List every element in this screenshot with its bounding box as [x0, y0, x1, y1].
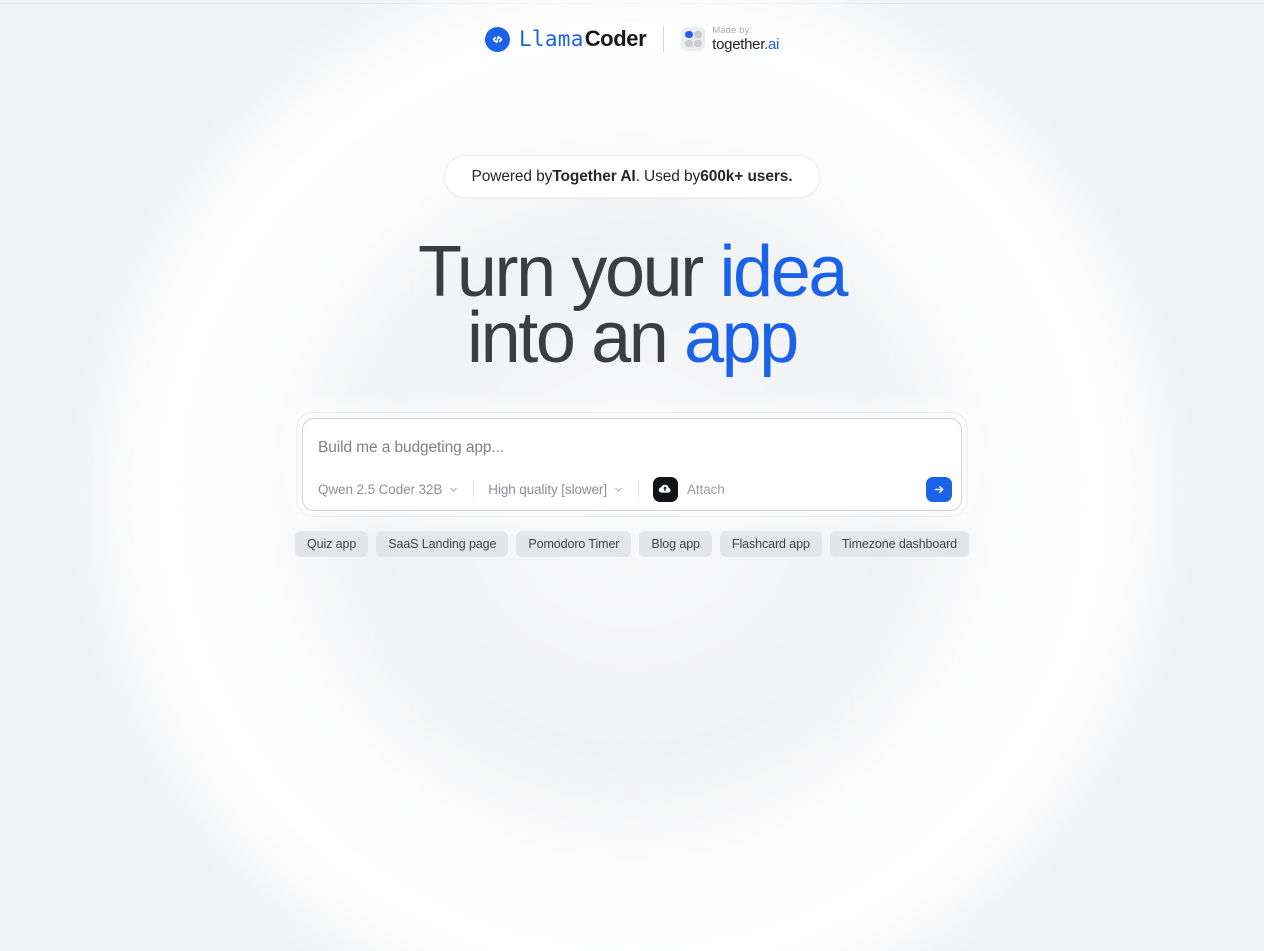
submit-prompt-button[interactable]	[926, 476, 952, 502]
quality-select[interactable]: High quality [slower]	[488, 482, 624, 497]
page-title: Turn your idea into an app	[418, 236, 848, 374]
together-dots-icon	[681, 26, 706, 51]
header-divider	[663, 26, 665, 52]
model-select[interactable]: Qwen 2.5 Coder 32B	[318, 482, 459, 497]
quality-select-label: High quality [slower]	[488, 481, 607, 497]
attach-button[interactable]: Attach	[652, 476, 725, 502]
suggestion-chip[interactable]: Timezone dashboard	[829, 531, 970, 557]
toolbar-divider-2	[637, 479, 639, 499]
suggestion-chip[interactable]: Quiz app	[295, 531, 369, 557]
together-dot-2	[694, 30, 702, 39]
badge-user-count: 600k+ users.	[700, 167, 793, 185]
made-by-text: Made by: together.ai	[712, 24, 780, 53]
prompt-input[interactable]	[318, 439, 918, 457]
hero-line-2-accent: app	[684, 298, 799, 378]
together-dot-3	[685, 39, 693, 48]
site-header: Llama Coder Made by: together.ai	[484, 22, 780, 56]
suggestion-chip[interactable]: SaaS Landing page	[376, 531, 509, 557]
badge-middle: . Used by	[635, 167, 701, 185]
brand-logo-link[interactable]: Llama Coder	[484, 26, 647, 52]
made-by-name-suffix: .ai	[764, 35, 780, 53]
made-by-kicker: Made by:	[712, 24, 753, 36]
suggestion-chip[interactable]: Flashcard app	[719, 531, 822, 557]
made-by-name-base: together	[712, 35, 765, 53]
prompt-composer: Qwen 2.5 Coder 32B High quality [slower]	[297, 413, 967, 516]
chevron-down-icon	[450, 487, 458, 492]
model-select-label: Qwen 2.5 Coder 32B	[318, 481, 443, 497]
made-by-together-link[interactable]: Made by: together.ai	[681, 24, 780, 53]
brand-name-primary: Llama	[518, 27, 584, 51]
suggestion-chip[interactable]: Pomodoro Timer	[516, 531, 632, 557]
badge-brand: Together AI	[552, 167, 636, 185]
page-root: Llama Coder Made by: together.ai Powered …	[0, 0, 1264, 951]
prompt-box[interactable]: Qwen 2.5 Coder 32B High quality [slower]	[302, 418, 962, 511]
brand-name: Llama Coder	[518, 26, 647, 51]
brand-name-secondary: Coder	[584, 26, 647, 51]
suggestion-chip[interactable]: Blog app	[639, 531, 712, 557]
chevron-down-icon	[615, 487, 622, 492]
together-dot-4	[694, 39, 702, 48]
badge-prefix: Powered by	[471, 167, 553, 185]
together-dot-1	[685, 30, 693, 39]
suggestion-chips: Quiz app SaaS Landing page Pomodoro Timer B…	[295, 531, 970, 557]
powered-by-badge[interactable]: Powered by Together AI. Used by 600k+ us…	[444, 155, 820, 198]
composer-toolbar: Qwen 2.5 Coder 32B High quality [slower]	[303, 468, 961, 510]
hero-line-2-plain: into an	[467, 298, 685, 378]
toolbar-divider-1	[473, 479, 475, 499]
hero-line-2: into an app	[467, 298, 799, 378]
arrow-right-icon	[934, 485, 943, 493]
attach-label: Attach	[686, 481, 725, 497]
made-by-name: together.ai	[712, 35, 780, 53]
cloud-upload-icon	[652, 476, 678, 502]
code-brackets-icon	[484, 26, 510, 52]
